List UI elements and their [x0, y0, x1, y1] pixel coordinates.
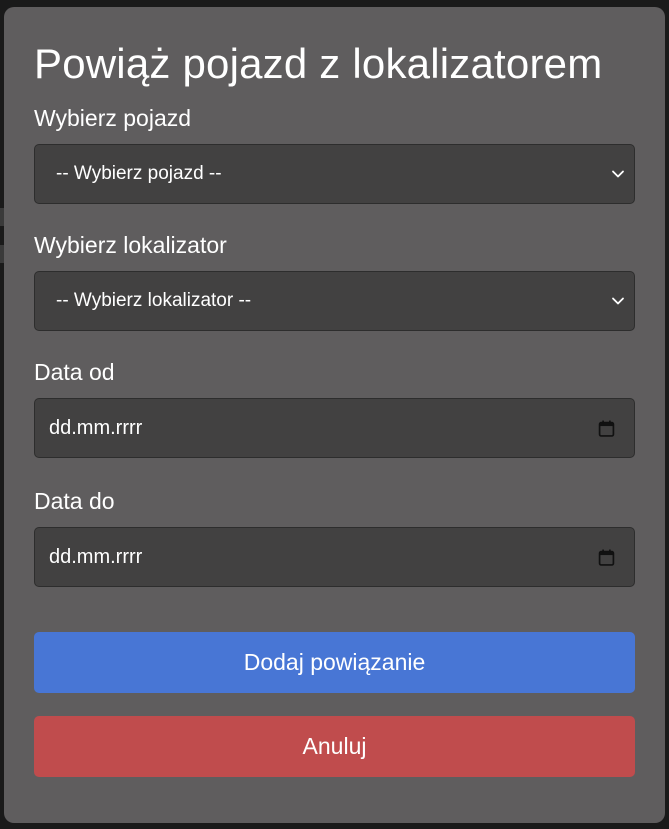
locator-select[interactable]: -- Wybierz lokalizator -- — [34, 271, 635, 331]
locator-label: Wybierz lokalizator — [34, 232, 227, 258]
vehicle-select-value: -- Wybierz pojazd -- — [56, 163, 222, 184]
calendar-icon[interactable] — [598, 549, 615, 566]
date-to-placeholder: dd.mm.rrrr — [49, 546, 143, 568]
date-to-label: Data do — [34, 488, 115, 514]
chevron-down-icon — [612, 170, 624, 178]
locator-select-value: -- Wybierz lokalizator -- — [56, 290, 252, 311]
chevron-down-icon — [612, 297, 624, 305]
date-from-label: Data od — [34, 359, 115, 385]
date-from-input[interactable]: dd.mm.rrrr — [34, 398, 635, 458]
date-from-placeholder: dd.mm.rrrr — [49, 417, 143, 439]
date-to-input[interactable]: dd.mm.rrrr — [34, 527, 635, 587]
vehicle-label: Wybierz pojazd — [34, 105, 192, 131]
calendar-icon[interactable] — [598, 420, 615, 437]
cancel-button[interactable]: Anuluj — [34, 716, 635, 777]
modal-title: Powiąż pojazd z lokalizatorem — [34, 40, 603, 87]
link-vehicle-modal: Powiąż pojazd z lokalizatorem Wybierz po… — [4, 7, 665, 823]
add-link-button[interactable]: Dodaj powiązanie — [34, 632, 635, 693]
vehicle-select[interactable]: -- Wybierz pojazd -- — [34, 144, 635, 204]
